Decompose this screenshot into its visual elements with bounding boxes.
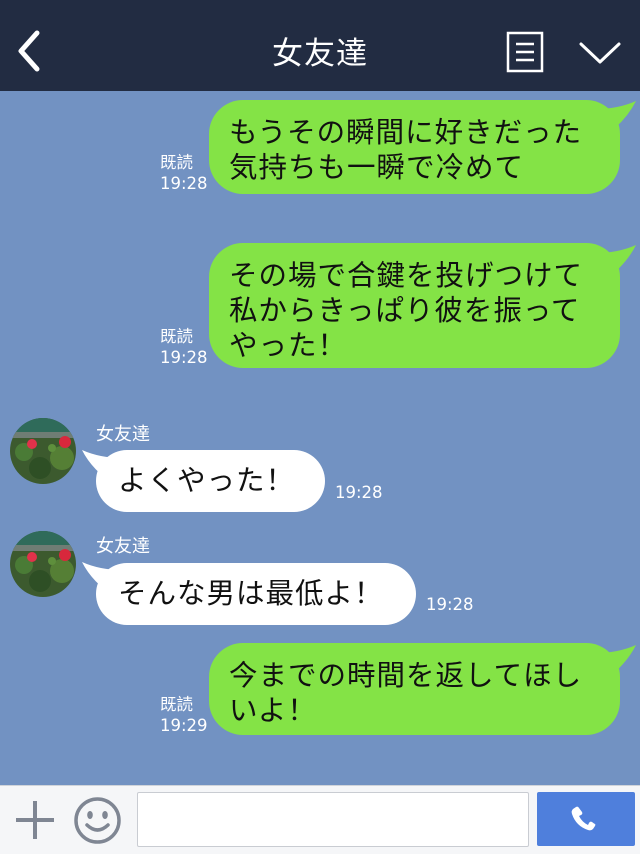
sender-name: 女友達	[96, 424, 150, 445]
call-button[interactable]	[537, 792, 635, 846]
message-input[interactable]	[137, 792, 529, 847]
timestamp: 19:28	[160, 174, 208, 193]
read-status: 既読	[160, 153, 193, 172]
read-status: 既読	[160, 695, 193, 714]
menu-icon	[506, 31, 544, 73]
message-bubble[interactable]: もうその瞬間に好きだった 気持ちも一瞬で冷めて	[209, 100, 620, 194]
menu-button[interactable]	[506, 31, 544, 73]
timestamp: 19:28	[335, 483, 383, 502]
avatar[interactable]	[10, 531, 76, 597]
message-bubble[interactable]: よくやった！	[96, 450, 325, 512]
chat-title: 女友達	[272, 36, 368, 72]
message-meta: 既読 19:28	[160, 152, 208, 194]
avatar[interactable]	[10, 418, 76, 484]
read-status: 既読	[160, 327, 193, 346]
chevron-down-icon	[579, 42, 621, 64]
timestamp: 19:28	[160, 348, 208, 367]
input-bar	[0, 785, 640, 854]
message-meta: 既読 19:29	[160, 694, 208, 736]
timestamp: 19:28	[426, 595, 474, 614]
smiley-icon	[74, 797, 121, 844]
message-bubble[interactable]: その場で合鍵を投げつけて 私からきっぱり彼を振って やった！	[209, 243, 620, 368]
phone-icon	[571, 806, 596, 831]
collapse-button[interactable]	[577, 34, 623, 70]
add-button[interactable]	[13, 798, 57, 842]
chat-header: 女友達	[0, 0, 640, 91]
avatar-image	[10, 531, 76, 597]
message-bubble[interactable]: 今までの時間を返してほし いよ！	[209, 643, 620, 735]
timestamp: 19:29	[160, 716, 208, 735]
message-bubble[interactable]: そんな男は最低よ！	[96, 563, 416, 625]
emoji-button[interactable]	[73, 796, 122, 845]
avatar-image	[10, 418, 76, 484]
message-meta: 既読 19:28	[160, 326, 208, 368]
plus-icon	[16, 801, 54, 839]
sender-name: 女友達	[96, 536, 150, 557]
